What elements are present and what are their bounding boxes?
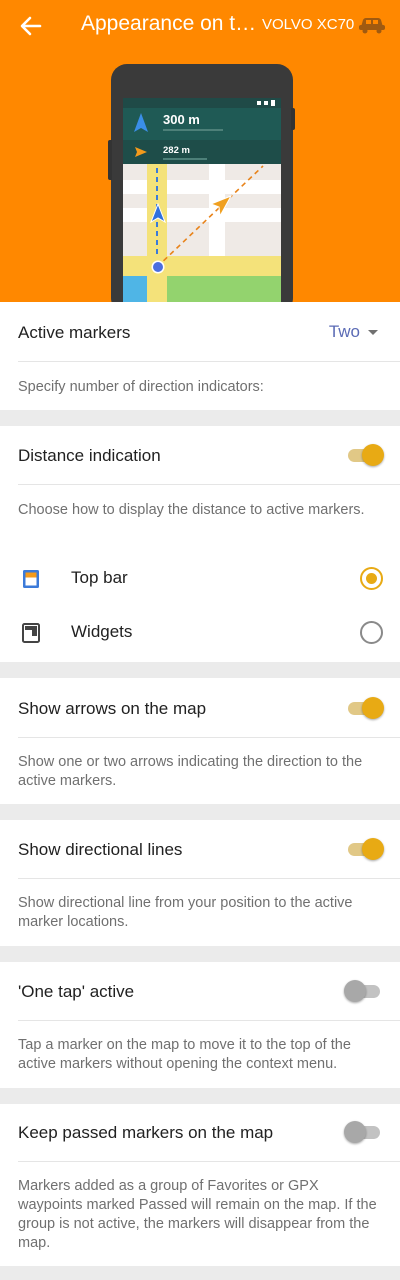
radio-top-bar[interactable]: [360, 567, 383, 590]
option-label: Top bar: [71, 568, 128, 587]
directional-lines-section: Show directional lines Show directional …: [0, 820, 400, 946]
one-tap-label: 'One tap' active: [18, 982, 135, 1001]
show-arrows-label: Show arrows on the map: [18, 699, 207, 718]
keep-passed-label: Keep passed markers on the map: [18, 1123, 274, 1142]
option-top-bar[interactable]: Top bar: [0, 552, 400, 606]
one-tap-section: 'One tap' active Tap a marker on the map…: [0, 962, 400, 1088]
active-markers-section: Active markers Two Specify number of dir…: [0, 302, 400, 410]
phone-side-button: [108, 140, 112, 180]
directional-lines-label: Show directional lines: [18, 840, 183, 859]
divider: [18, 484, 400, 485]
keep-passed-section: Keep passed markers on the map Markers a…: [0, 1104, 400, 1266]
phone-side-button: [291, 108, 295, 130]
top-bar-icon: [23, 570, 39, 588]
active-markers-dropdown[interactable]: Two: [329, 322, 378, 342]
caret-down-icon: [368, 329, 378, 335]
divider: [18, 878, 400, 879]
my-location-icon: [153, 262, 163, 272]
option-widgets[interactable]: Widgets: [0, 606, 400, 660]
divider: [18, 1161, 400, 1162]
radio-widgets[interactable]: [360, 621, 383, 644]
keep-passed-description: Markers added as a group of Favorites or…: [18, 1178, 377, 1251]
vehicle-label: VOLVO XC70: [262, 16, 355, 33]
divider: [18, 1020, 400, 1021]
show-arrows-toggle[interactable]: [346, 696, 384, 720]
one-tap-toggle[interactable]: [344, 979, 382, 1003]
show-arrows-description: Show one or two arrows indicating the di…: [18, 754, 363, 789]
arrow-left-icon: [20, 16, 42, 36]
distance-indication-description: Choose how to display the distance to ac…: [18, 502, 365, 518]
preview-distance-2: 282 m: [163, 145, 190, 156]
active-markers-label: Active markers: [18, 323, 131, 342]
keep-passed-toggle[interactable]: [344, 1120, 382, 1144]
directional-lines-description: Show directional line from your position…: [18, 895, 353, 930]
phone-screen: 300 m 282 m: [123, 98, 281, 302]
car-icon[interactable]: [358, 14, 386, 34]
divider: [18, 361, 400, 362]
page-title: Appearance on t…: [81, 12, 257, 35]
distance-indication-toggle[interactable]: [346, 443, 384, 467]
option-label: Widgets: [71, 622, 133, 641]
directional-lines-toggle[interactable]: [346, 837, 384, 861]
one-tap-description: Tap a marker on the map to move it to th…: [18, 1037, 351, 1072]
divider: [18, 737, 400, 738]
distance-indication-section: Distance indication Choose how to displa…: [0, 426, 400, 662]
show-arrows-section: Show arrows on the map Show one or two a…: [0, 678, 400, 804]
preview-distance-1: 300 m: [163, 112, 200, 127]
app-bar: Appearance on t… VOLVO XC70: [0, 0, 400, 52]
active-markers-description: Specify number of direction indicators:: [18, 379, 264, 395]
widgets-icon: [22, 623, 40, 643]
distance-indication-label: Distance indication: [18, 446, 161, 465]
header-preview: Appearance on t… VOLVO XC70 300 m 282 m: [0, 0, 400, 302]
back-button[interactable]: [16, 12, 46, 40]
active-markers-value: Two: [328, 322, 360, 341]
